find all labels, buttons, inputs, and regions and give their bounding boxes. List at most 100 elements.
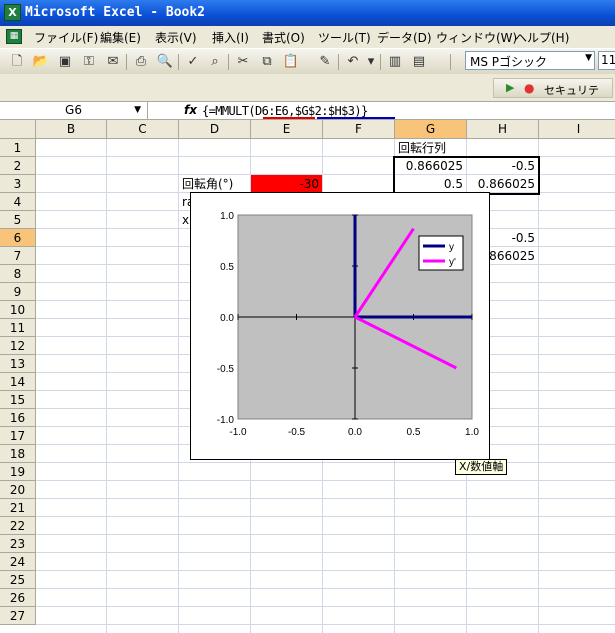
- y-tick-label: -0.5: [217, 364, 235, 375]
- row-header-13[interactable]: 13: [0, 355, 36, 373]
- title-bar: X Microsoft Excel - Book2: [0, 0, 615, 26]
- legend-box: [418, 235, 464, 271]
- row-header-27[interactable]: 27: [0, 607, 36, 625]
- row-header-24[interactable]: 24: [0, 553, 36, 571]
- print-preview-icon[interactable]: 🔍: [156, 53, 174, 71]
- x-tick-label: 0.0: [348, 427, 362, 438]
- column-header-D[interactable]: D: [179, 120, 251, 139]
- gridline-horizontal: [36, 606, 615, 607]
- row-header-19[interactable]: 19: [0, 463, 36, 481]
- save-icon[interactable]: ▣: [56, 53, 74, 71]
- gridline-horizontal: [36, 552, 615, 553]
- row-header-25[interactable]: 25: [0, 571, 36, 589]
- row-header-15[interactable]: 15: [0, 391, 36, 409]
- spelling-icon[interactable]: ✓: [184, 53, 202, 71]
- column-header-E[interactable]: E: [251, 120, 323, 139]
- gridline-horizontal: [36, 480, 615, 481]
- column-header-B[interactable]: B: [36, 120, 107, 139]
- y-tick-label: 1.0: [220, 211, 234, 222]
- menu-window[interactable]: ウィンドウ(W): [436, 29, 517, 46]
- column-header-I[interactable]: I: [539, 120, 615, 139]
- chart-svg: -1.0 -0.5 0.0 0.5 1.0 1.0 0.5 0.0 -0.5 -1.0 y y': [217, 211, 480, 438]
- gridline-horizontal: [36, 462, 615, 463]
- row-header-6[interactable]: 6: [0, 229, 36, 247]
- research-icon[interactable]: ⌕: [206, 53, 224, 71]
- menu-help[interactable]: ヘルプ(H): [515, 29, 569, 46]
- x-tick-label: 1.0: [465, 427, 479, 438]
- row-header-12[interactable]: 12: [0, 337, 36, 355]
- axis-tooltip: X/数値軸: [455, 459, 508, 475]
- row-header-22[interactable]: 22: [0, 517, 36, 535]
- chevron-down-icon[interactable]: ▼: [134, 102, 141, 119]
- menu-edit[interactable]: 編集(E): [100, 29, 141, 46]
- row-header-18[interactable]: 18: [0, 445, 36, 463]
- undo-icon[interactable]: ↶: [344, 53, 362, 71]
- row-header-10[interactable]: 10: [0, 301, 36, 319]
- column-header-C[interactable]: C: [107, 120, 179, 139]
- paste-icon[interactable]: 📋: [282, 53, 300, 71]
- row-header-9[interactable]: 9: [0, 283, 36, 301]
- row-header-21[interactable]: 21: [0, 499, 36, 517]
- format-painter-icon[interactable]: ✎: [316, 53, 334, 71]
- x-tick-label: -1.0: [229, 427, 247, 438]
- row-header-1[interactable]: 1: [0, 139, 36, 157]
- print-icon[interactable]: ⎙: [132, 53, 150, 71]
- mail-icon[interactable]: ✉: [104, 53, 122, 71]
- menu-bar: ▦ ファイル(F) 編集(E) 表示(V) 挿入(I) 書式(O) ツール(T)…: [0, 26, 615, 48]
- column-header-F[interactable]: F: [323, 120, 395, 139]
- row-header-3[interactable]: 3: [0, 175, 36, 193]
- row-header-4[interactable]: 4: [0, 193, 36, 211]
- column-header-G[interactable]: G: [395, 120, 467, 139]
- excel-app-icon[interactable]: X: [4, 4, 21, 21]
- window-title: Microsoft Excel - Book2: [25, 5, 206, 20]
- x-tick-label: -0.5: [288, 427, 306, 438]
- range-highlight-d6e6: [263, 117, 315, 119]
- chevron-down-icon[interactable]: ▼: [585, 53, 592, 63]
- gridline-vertical: [538, 139, 539, 633]
- row-header-11[interactable]: 11: [0, 319, 36, 337]
- row-header-16[interactable]: 16: [0, 409, 36, 427]
- help-icon[interactable]: ▤: [410, 53, 428, 71]
- row-header-23[interactable]: 23: [0, 535, 36, 553]
- cell-G1[interactable]: 回転行列: [395, 139, 466, 157]
- insert-function-icon[interactable]: fx: [184, 103, 197, 117]
- select-all-corner[interactable]: [0, 120, 36, 139]
- name-box-value: G6: [65, 103, 82, 117]
- font-name-select[interactable]: MS Pゴシック ▼: [465, 51, 595, 70]
- row-header-17[interactable]: 17: [0, 427, 36, 445]
- row-header-5[interactable]: 5: [0, 211, 36, 229]
- menu-view[interactable]: 表示(V): [155, 29, 197, 46]
- record-macro-icon[interactable]: ●: [524, 81, 534, 95]
- menu-data[interactable]: データ(D): [377, 29, 432, 46]
- cell-D3[interactable]: 回転角(°): [179, 175, 250, 193]
- row-header-7[interactable]: 7: [0, 247, 36, 265]
- undo-dropdown-icon[interactable]: ▾: [362, 53, 380, 71]
- rotation-matrix-border: [393, 156, 540, 195]
- permission-icon[interactable]: ⚿: [80, 53, 98, 71]
- new-icon[interactable]: 🗋: [8, 53, 26, 71]
- row-header-14[interactable]: 14: [0, 373, 36, 391]
- row-header-8[interactable]: 8: [0, 265, 36, 283]
- cell-E3[interactable]: -30: [251, 175, 322, 193]
- cut-icon[interactable]: ✂: [234, 53, 252, 71]
- run-macro-icon[interactable]: ▶: [506, 81, 514, 94]
- scatter-chart[interactable]: -1.0 -0.5 0.0 0.5 1.0 1.0 0.5 0.0 -0.5 -1.0 y y': [190, 192, 490, 460]
- menu-file[interactable]: ファイル(F): [34, 29, 98, 46]
- row-header-20[interactable]: 20: [0, 481, 36, 499]
- document-icon[interactable]: ▦: [6, 29, 22, 44]
- y-tick-label: -1.0: [217, 415, 235, 426]
- column-header-H[interactable]: H: [467, 120, 539, 139]
- formula-bar: G6 ▼ fx {=MMULT(D6:E6,$G$2:$H$3)}: [0, 101, 615, 120]
- row-header-26[interactable]: 26: [0, 589, 36, 607]
- open-icon[interactable]: 📂: [32, 53, 50, 71]
- name-box[interactable]: G6 ▼: [0, 102, 148, 119]
- font-size-select[interactable]: 11: [598, 51, 615, 70]
- copy-icon[interactable]: ⧉: [258, 53, 276, 71]
- menu-format[interactable]: 書式(O): [262, 29, 305, 46]
- menu-tools[interactable]: ツール(T): [318, 29, 371, 46]
- chart-wizard-icon[interactable]: ▥: [386, 53, 404, 71]
- formula-input[interactable]: {=MMULT(D6:E6,$G$2:$H$3)}: [202, 104, 368, 118]
- menu-insert[interactable]: 挿入(I): [212, 29, 249, 46]
- row-header-2[interactable]: 2: [0, 157, 36, 175]
- range-highlight-g2h3: [317, 117, 395, 119]
